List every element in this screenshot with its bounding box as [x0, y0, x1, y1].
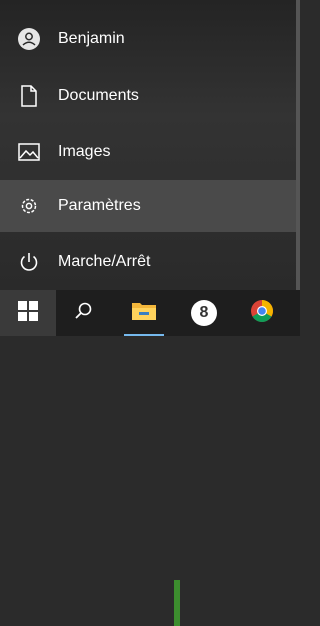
images-label: Images [58, 143, 111, 160]
user-avatar-icon [17, 27, 41, 51]
start-button[interactable] [0, 290, 56, 336]
gear-icon [17, 194, 41, 218]
power-icon [17, 250, 41, 274]
file-explorer-button[interactable] [118, 290, 170, 336]
chrome-icon [250, 299, 274, 328]
document-icon [17, 84, 41, 108]
app-8-icon: 8 [191, 300, 217, 326]
settings-button[interactable]: Paramètres [0, 180, 296, 232]
green-accent-bar [174, 580, 180, 626]
file-explorer-icon [131, 300, 157, 327]
windows-start-icon [18, 300, 38, 326]
account-button[interactable]: Benjamin [0, 13, 300, 65]
documents-button[interactable]: Documents [0, 70, 300, 122]
documents-label: Documents [58, 87, 139, 104]
taskbar: 8 [0, 290, 300, 626]
power-label: Marche/Arrêt [58, 253, 151, 270]
settings-label: Paramètres [58, 197, 141, 214]
power-button[interactable]: Marche/Arrêt [0, 236, 300, 288]
image-icon [17, 140, 41, 164]
app-8-label: 8 [199, 304, 209, 321]
images-button[interactable]: Images [0, 126, 300, 178]
start-menu-panel: Benjamin Documents Images Paramètres Mar… [0, 0, 300, 290]
account-label: Benjamin [58, 30, 125, 47]
search-button[interactable] [56, 290, 112, 336]
chrome-button[interactable] [236, 290, 288, 336]
app-8-button[interactable]: 8 [178, 290, 230, 336]
search-icon [74, 301, 94, 326]
